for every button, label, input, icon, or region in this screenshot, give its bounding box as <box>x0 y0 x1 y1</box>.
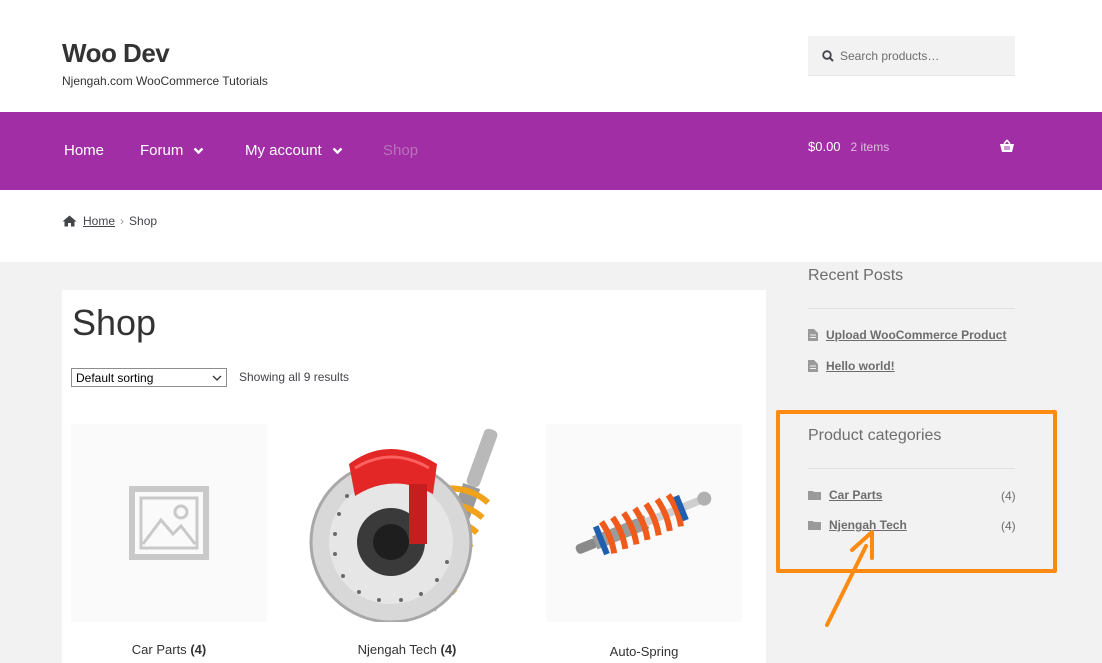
product-title[interactable]: Car Parts (4) <box>71 642 267 657</box>
product-title[interactable]: Njengah Tech (4) <box>309 642 505 657</box>
breadcrumb-separator: › <box>120 214 125 228</box>
home-icon <box>62 215 77 227</box>
page-title: Shop <box>72 302 157 343</box>
brake-shock-photo-icon <box>309 428 498 622</box>
sort-select-value: Default sorting <box>76 370 154 385</box>
nav-item-label: My account <box>245 142 322 159</box>
main-content: Shop Default sorting Showing all 9 resul… <box>62 290 766 663</box>
cart-item-count: 2 items <box>850 139 890 154</box>
recent-post-item[interactable]: Hello world! <box>808 359 895 373</box>
product-count: (4) <box>190 642 207 657</box>
product-image[interactable] <box>546 424 742 622</box>
product-card[interactable]: Auto-Spring <box>546 424 742 659</box>
shock-absorber-photo-icon <box>575 491 712 556</box>
chevron-down-icon <box>212 375 222 381</box>
site-header: Woo Dev Njengah.com WooCommerce Tutorial… <box>0 0 1102 112</box>
breadcrumb-current: Shop <box>129 214 158 228</box>
nav-item-my-account[interactable]: My account <box>245 142 343 159</box>
breadcrumb-bar: Home › Shop <box>0 190 1102 262</box>
nav-item-label: Shop <box>383 142 419 159</box>
basket-icon <box>1000 139 1014 152</box>
product-name: Auto-Spring <box>609 644 679 659</box>
product-card[interactable]: Car Parts (4) <box>71 424 267 657</box>
chevron-down-icon <box>193 147 204 154</box>
nav-item-label: Home <box>64 142 105 159</box>
product-image[interactable] <box>309 424 505 622</box>
search-box[interactable] <box>808 36 1015 76</box>
search-input[interactable] <box>840 48 1000 63</box>
header-cart[interactable]: $0.00 2 items <box>808 139 1015 154</box>
site-title[interactable]: Woo Dev <box>62 38 170 69</box>
document-icon <box>808 329 818 341</box>
document-icon <box>808 360 818 372</box>
recent-post-item[interactable]: Upload WooCommerce Product <box>808 328 1006 342</box>
chevron-down-icon <box>332 147 343 154</box>
product-name: Car Parts <box>131 642 187 657</box>
divider <box>808 308 1015 309</box>
product-title[interactable]: Auto-Spring <box>546 644 742 659</box>
primary-nav: Home Forum My account Shop $0.00 2 items <box>0 112 1102 190</box>
recent-post-link[interactable]: Hello world! <box>826 359 895 373</box>
nav-item-label: Forum <box>140 142 184 159</box>
annotation-arrow-icon <box>825 530 874 627</box>
breadcrumb-home-link[interactable]: Home <box>83 214 115 228</box>
sort-select[interactable]: Default sorting <box>71 368 227 387</box>
search-icon <box>822 49 834 62</box>
nav-item-shop[interactable]: Shop <box>383 142 418 159</box>
breadcrumb: Home › Shop <box>62 214 157 228</box>
product-name: Njengah Tech <box>357 642 437 657</box>
cart-total: $0.00 <box>808 139 841 154</box>
product-count: (4) <box>440 642 457 657</box>
placeholder-image-icon <box>129 486 209 560</box>
product-image[interactable] <box>71 424 267 622</box>
site-tagline: Njengah.com WooCommerce Tutorials <box>62 74 268 88</box>
recent-posts-title: Recent Posts <box>808 267 904 284</box>
result-count: Showing all 9 results <box>239 370 350 384</box>
nav-item-home[interactable]: Home <box>64 142 104 159</box>
product-card[interactable]: Njengah Tech (4) <box>309 424 505 657</box>
annotation-highlight-box <box>776 410 1057 573</box>
recent-post-link[interactable]: Upload WooCommerce Product <box>826 328 1006 342</box>
nav-item-forum[interactable]: Forum <box>140 142 204 159</box>
